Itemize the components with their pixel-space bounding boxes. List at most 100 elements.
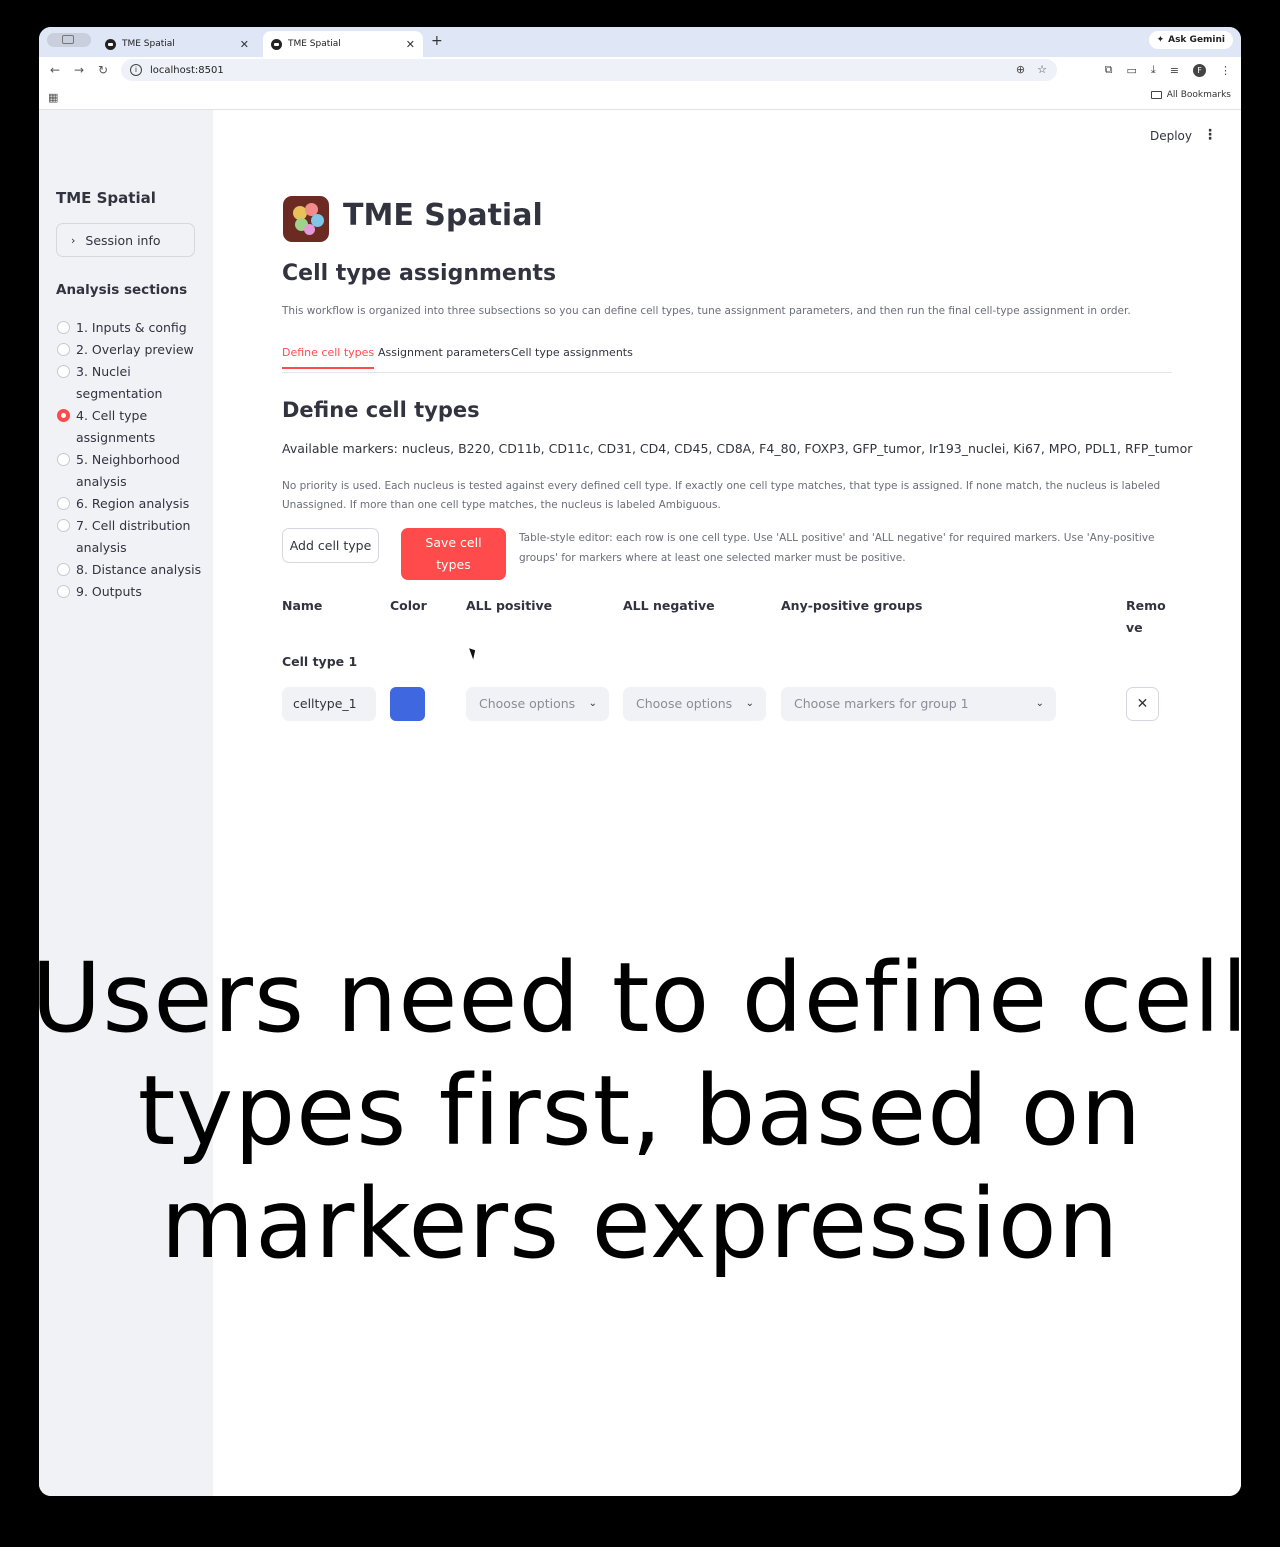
radio-icon [57,519,70,532]
deploy-button[interactable]: Deploy [1150,129,1192,143]
folder-icon [1150,91,1162,99]
column-header-any-positive: Any-positive groups [781,598,923,613]
sidebar-item-label: 4. Cell type assignments [76,408,156,445]
cell-type-row-label: Cell type 1 [282,654,358,669]
column-header-remove: Remove [1126,598,1166,635]
address-bar[interactable]: i localhost:8501 ⊕ ☆ [121,59,1057,81]
all-bookmarks-button[interactable]: All Bookmarks [1150,90,1231,100]
page-title: Cell type assignments [282,261,557,286]
site-info-icon[interactable]: i [130,64,142,76]
save-button-label: Save cell types [425,535,482,572]
zoom-icon[interactable]: ⊕ [1016,63,1025,76]
all-positive-select[interactable]: Choose options ⌄ [466,687,609,721]
column-header-all-negative: ALL negative [623,598,715,613]
tab-define-cell-types[interactable]: Define cell types [282,346,375,369]
section-title: Define cell types [282,398,480,422]
radio-icon [57,585,70,598]
analysis-sections-heading: Analysis sections [56,282,188,298]
radio-icon [57,497,70,510]
radio-icon [57,563,70,576]
all-negative-placeholder: Choose options [636,696,733,711]
browser-tab[interactable]: TME Spatial ✕ [97,31,257,57]
sidebar-item-nuclei-segmentation[interactable]: 3. Nuclei segmentation [56,361,206,405]
tab-title: TME Spatial [288,39,341,49]
section-tabs: Define cell types Assignment parameters … [282,346,1172,373]
editor-note: Table-style editor: each row is one cell… [519,532,1155,564]
sidebar-item-cell-type-assignments[interactable]: 4. Cell type assignments [56,405,206,449]
all-bookmarks-label: All Bookmarks [1166,90,1231,100]
chevron-right-icon: › [71,233,76,247]
any-positive-group-select[interactable]: Choose markers for group 1 ⌄ [781,687,1056,721]
all-negative-select[interactable]: Choose options ⌄ [623,687,766,721]
sidebar-item-neighborhood-analysis[interactable]: 5. Neighborhood analysis [56,449,206,493]
reload-icon[interactable]: ↻ [98,63,108,77]
bookmarks-bar: ▦ All Bookmarks [39,84,1241,110]
sidebar-item-label: 8. Distance analysis [76,562,202,577]
tab-assignment-parameters[interactable]: Assignment parameters [378,346,510,367]
sidebar-item-label: 3. Nuclei segmentation [76,364,163,401]
sidebar-item-inputs-config[interactable]: 1. Inputs & config [56,317,206,339]
sidebar: TME Spatial › Session info Analysis sect… [39,110,213,1496]
browser-menu-icon[interactable]: ⋮ [1220,64,1231,77]
column-header-all-positive: ALL positive [466,598,553,613]
profile-avatar[interactable]: F [1193,63,1206,77]
tab-title: TME Spatial [122,39,175,49]
close-tab-icon[interactable]: ✕ [240,38,249,51]
radio-icon [57,343,70,356]
sparkle-icon: ✦ [1156,35,1165,45]
overlay-caption: Users need to define cell types first, b… [31,942,1249,1280]
remove-row-button[interactable]: ✕ [1126,687,1159,721]
cast-icon[interactable]: ▭ [1127,64,1137,77]
page-description: This workflow is organized into three su… [282,305,1131,317]
sidebar-item-label: 9. Outputs [76,584,142,599]
browser-tab-active[interactable]: TME Spatial ✕ [263,31,423,57]
radio-icon [57,321,70,334]
forward-icon[interactable]: → [74,63,84,77]
add-cell-type-button[interactable]: Add cell type [282,528,379,563]
url-text: localhost:8501 [150,64,224,76]
session-info-expander[interactable]: › Session info [56,223,195,257]
bookmark-star-icon[interactable]: ☆ [1037,63,1047,76]
radio-selected-icon [57,409,70,422]
mouse-cursor-icon [469,646,478,660]
save-cell-types-button[interactable]: Save cell types [401,528,506,580]
back-icon[interactable]: ← [50,63,60,77]
app-title: TME Spatial [343,198,543,233]
new-tab-icon[interactable]: + [431,33,443,49]
tab-group-icon[interactable] [47,33,91,47]
column-header-color: Color [390,598,427,613]
favicon-icon [271,38,282,50]
radio-icon [57,453,70,466]
sidebar-item-label: 7. Cell distribution analysis [76,518,191,555]
close-icon: ✕ [1136,696,1149,712]
any-positive-placeholder: Choose markers for group 1 [794,696,969,711]
cell-type-name-input[interactable]: celltype_1 [282,687,376,721]
app-logo [283,196,329,242]
extensions-icon[interactable]: ⧉ [1105,63,1113,77]
kebab-menu-icon[interactable]: ⋮ [1203,127,1217,143]
chevron-down-icon: ⌄ [588,698,597,709]
session-info-label: Session info [85,232,161,248]
assignment-rule-text: No priority is used. Each nucleus is tes… [282,480,1161,511]
ask-gemini-button[interactable]: ✦ Ask Gemini [1148,31,1233,49]
sidebar-item-distance-analysis[interactable]: 8. Distance analysis [56,559,206,581]
close-tab-icon[interactable]: ✕ [406,38,415,51]
main-content: Deploy ⋮ TME Spatial Cell type assignmen… [213,110,1241,1496]
apps-grid-icon[interactable]: ▦ [48,91,58,104]
available-markers: Available markers: nucleus, B220, CD11b,… [282,441,1193,456]
reading-list-icon[interactable]: ≡ [1170,64,1179,77]
sidebar-item-outputs[interactable]: 9. Outputs [56,581,206,603]
sidebar-item-overlay-preview[interactable]: 2. Overlay preview [56,339,206,361]
sidebar-item-cell-distribution[interactable]: 7. Cell distribution analysis [56,515,206,559]
all-positive-placeholder: Choose options [479,696,576,711]
download-icon[interactable]: ⤓ [1151,63,1156,77]
ask-gemini-label: Ask Gemini [1168,35,1225,45]
sidebar-item-region-analysis[interactable]: 6. Region analysis [56,493,206,515]
sidebar-item-label: 5. Neighborhood analysis [76,452,180,489]
sidebar-item-label: 1. Inputs & config [76,320,187,335]
color-picker[interactable] [390,687,425,721]
tab-cell-type-assignments[interactable]: Cell type assignments [511,346,633,367]
favicon-icon [105,38,116,50]
column-header-name: Name [282,598,323,613]
sidebar-app-title: TME Spatial [56,189,156,207]
